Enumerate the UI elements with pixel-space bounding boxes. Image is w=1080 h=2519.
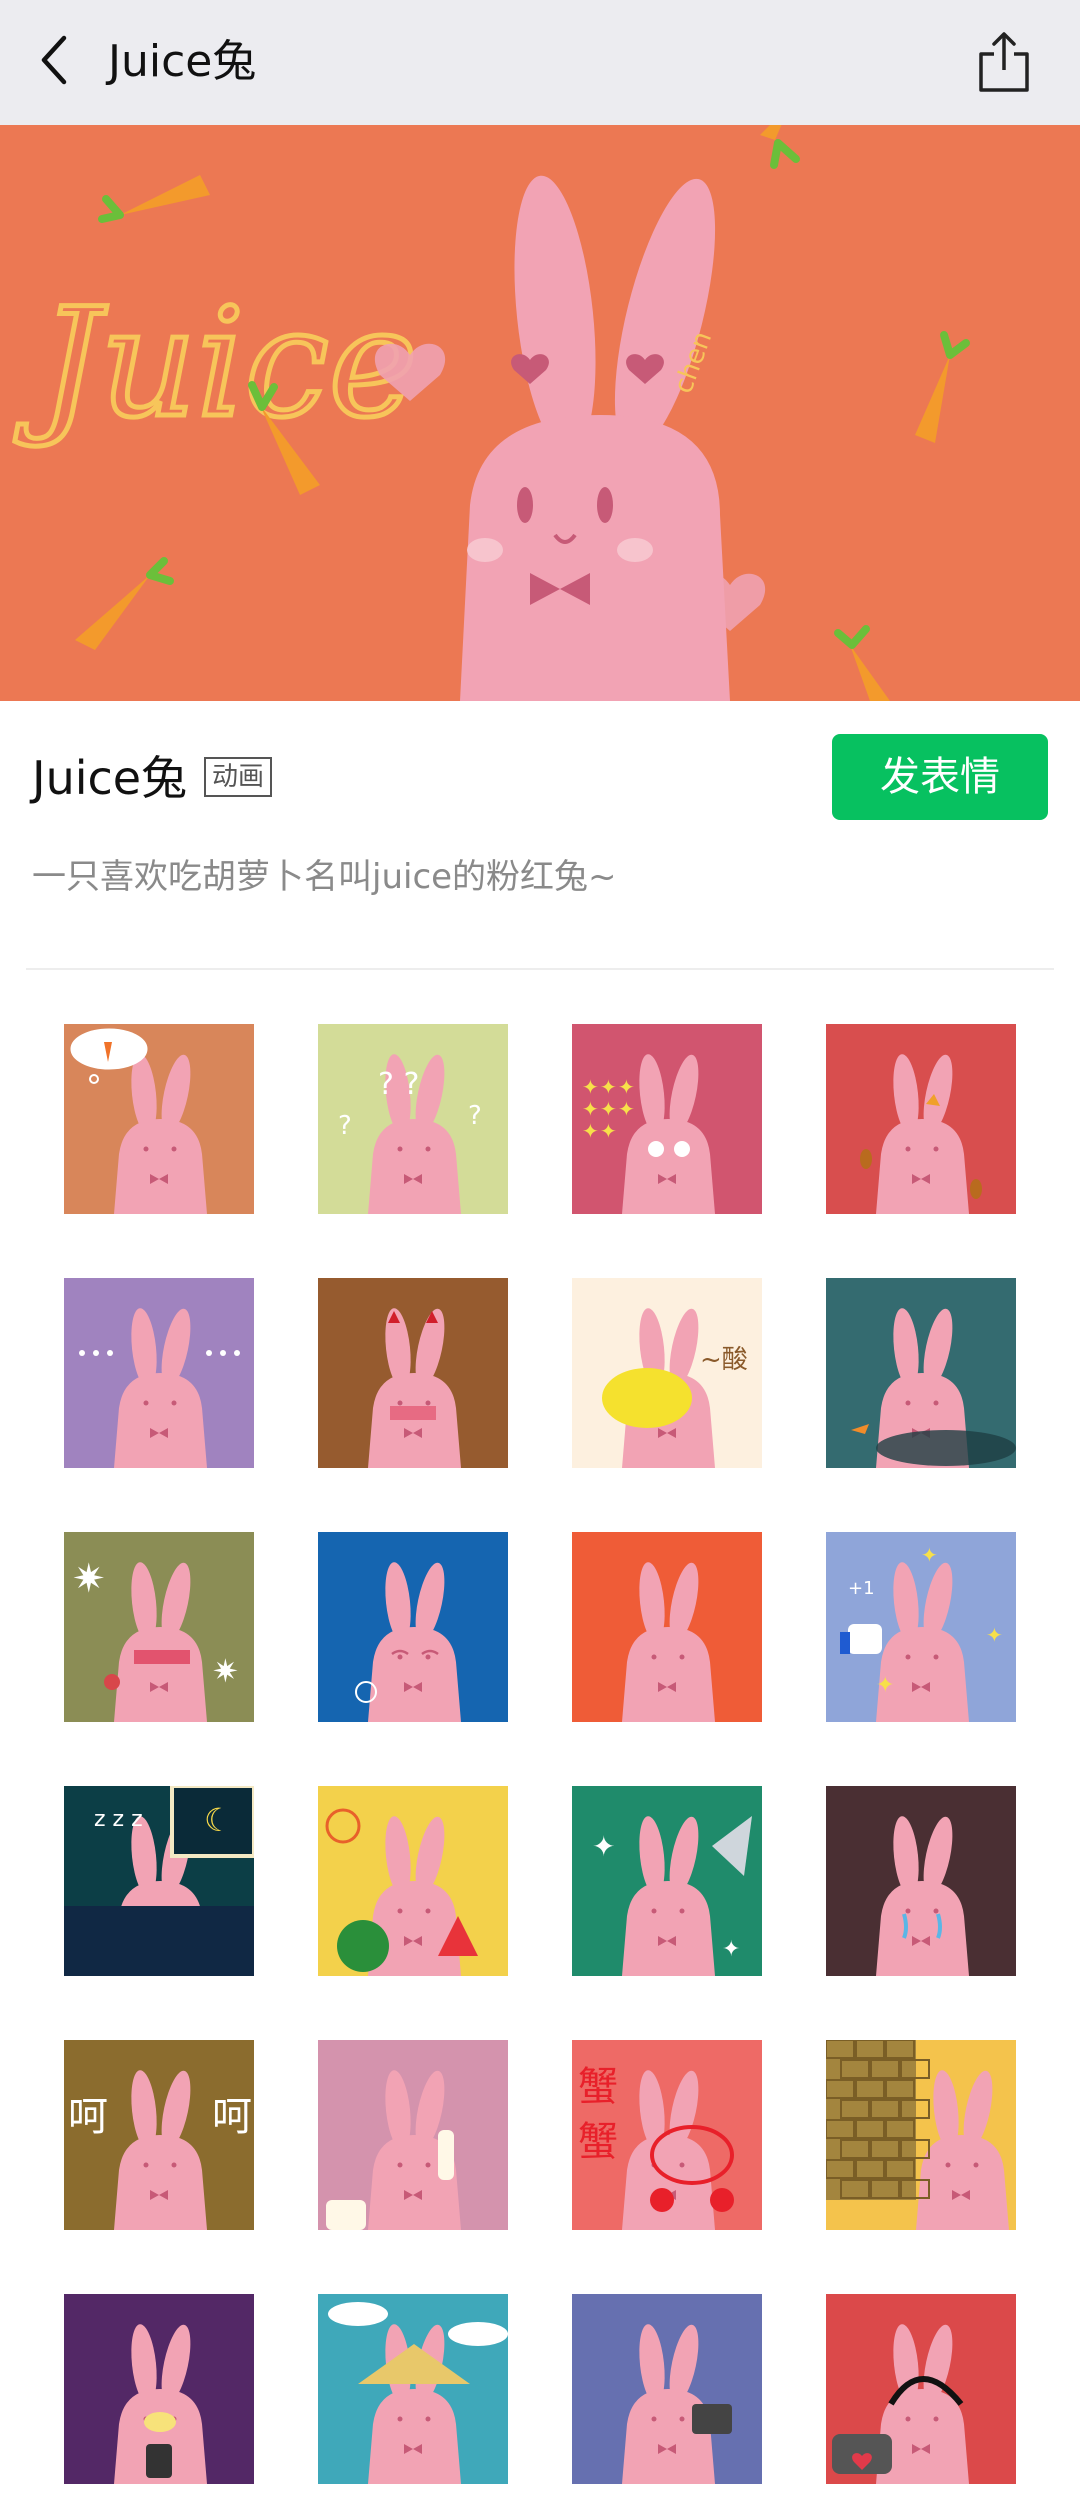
svg-text:✦: ✦ [876, 1673, 894, 1698]
svg-text:✦: ✦ [618, 1075, 635, 1099]
svg-text:~酸: ~酸 [700, 1345, 748, 1375]
sticker-item[interactable] [64, 1024, 254, 1214]
svg-text:✦: ✦ [618, 1097, 635, 1121]
svg-text:☾: ☾ [204, 1801, 233, 1839]
sticker-item[interactable] [826, 2040, 1016, 2230]
svg-text:✦: ✦ [582, 1119, 599, 1143]
sticker-thumbnail [318, 1786, 508, 1976]
svg-text:✦: ✦ [986, 1623, 1003, 1647]
sticker-item[interactable]: ~酸 [572, 1278, 762, 1468]
send-sticker-button[interactable]: 发表情 [832, 734, 1048, 820]
sticker-thumbnail [572, 1532, 762, 1722]
divider [26, 968, 1054, 970]
svg-text:? ?: ? ? [378, 1067, 419, 1102]
sticker-thumbnail [826, 1278, 1016, 1468]
share-icon [979, 32, 1029, 92]
sticker-thumbnail [826, 1024, 1016, 1214]
sticker-item[interactable] [318, 2294, 508, 2484]
sticker-item[interactable]: +1 ✦ ✦ ✦ [826, 1532, 1016, 1722]
sticker-thumbnail [64, 2294, 254, 2484]
svg-text:?: ? [468, 1101, 482, 1131]
svg-text:✦: ✦ [582, 1097, 599, 1121]
sticker-item[interactable] [64, 2294, 254, 2484]
sticker-thumbnail [318, 1532, 508, 1722]
sticker-item[interactable] [572, 2294, 762, 2484]
animated-badge: 动画 [204, 757, 273, 797]
svg-text:蟹: 蟹 [578, 2064, 618, 2110]
share-button[interactable] [976, 28, 1032, 96]
sticker-item[interactable]: ✦ ✦ [572, 1786, 762, 1976]
svg-text:✦: ✦ [592, 1830, 615, 1863]
banner-illustration: Juice chen [0, 125, 1080, 701]
sticker-item[interactable]: 呵呵 [64, 2040, 254, 2230]
sticker-item[interactable]: ✦ ✦ ✦ ✦ ✦ ✦ ✦ ✦ [572, 1024, 762, 1214]
mirror-overlay [692, 2404, 732, 2434]
sticker-thumbnail: ☾ z z z [64, 1786, 254, 1976]
svg-text:✦: ✦ [921, 1543, 938, 1567]
sticker-item[interactable] [826, 1278, 1016, 1468]
sticker-thumbnail [826, 2040, 1016, 2230]
sticker-thumbnail [318, 2040, 508, 2230]
sticker-thumbnail: +1 ✦ ✦ ✦ [826, 1532, 1016, 1722]
sticker-thumbnail [64, 1278, 254, 1468]
svg-text:+1: +1 [848, 1578, 875, 1599]
svg-text:z z z: z z z [94, 1807, 143, 1832]
sticker-item[interactable] [826, 2294, 1016, 2484]
page-title: Juice兔 [108, 36, 257, 87]
sticker-item[interactable]: ✷ ✷ [64, 1532, 254, 1722]
svg-text:✦: ✦ [582, 1075, 599, 1099]
sticker-thumbnail [318, 2294, 508, 2484]
sticker-item[interactable]: ? ??? [318, 1024, 508, 1214]
pack-banner: Juice chen [0, 125, 1080, 701]
banner-script-text: Juice [14, 277, 418, 451]
svg-text:蟹: 蟹 [578, 2119, 618, 2165]
sticker-thumbnail: 蟹蟹 [572, 2040, 762, 2230]
svg-text:✦: ✦ [722, 1937, 740, 1962]
sticker-thumbnail: ✷✷ [64, 1532, 254, 1722]
sticker-thumbnail [826, 2294, 1016, 2484]
sticker-item[interactable] [318, 1532, 508, 1722]
sticker-thumbnail: 呵呵 [64, 2040, 254, 2230]
svg-text:✦: ✦ [600, 1075, 617, 1099]
sticker-thumbnail: ~酸 [572, 1278, 762, 1468]
sticker-item[interactable]: 蟹蟹 [572, 2040, 762, 2230]
sticker-thumbnail [572, 2294, 762, 2484]
sticker-item[interactable] [318, 1786, 508, 1976]
sticker-item[interactable] [318, 1278, 508, 1468]
chevron-left-icon [41, 35, 67, 85]
svg-text:呵: 呵 [212, 2094, 252, 2140]
back-button[interactable] [26, 28, 90, 92]
sticker-item[interactable] [318, 2040, 508, 2230]
svg-text:✦: ✦ [600, 1097, 617, 1121]
svg-text:✷: ✷ [72, 1556, 106, 1602]
sticker-item[interactable] [572, 1532, 762, 1722]
sticker-item[interactable] [64, 1278, 254, 1468]
pack-name: Juice兔 [32, 751, 188, 805]
svg-text:?: ? [338, 1111, 352, 1141]
nav-bar: Juice兔 [0, 0, 1080, 125]
svg-text:✷: ✷ [212, 1652, 239, 1690]
svg-text:呵: 呵 [68, 2094, 108, 2140]
sticker-thumbnail [826, 1786, 1016, 1976]
sticker-thumbnail: ? ??? [318, 1024, 508, 1214]
sticker-thumbnail [64, 1024, 254, 1214]
sticker-thumbnail: ✦✦ [572, 1786, 762, 1976]
sticker-item[interactable]: ☾ z z z [64, 1786, 254, 1976]
sticker-item[interactable] [826, 1786, 1016, 1976]
svg-text:✦: ✦ [600, 1119, 617, 1143]
peek-wall-overlay [826, 2040, 930, 2200]
sticker-thumbnail [318, 1278, 508, 1468]
pack-description: 一只喜欢吃胡萝卜名叫juice的粉红兔~ [32, 857, 617, 897]
sticker-thumbnail: ✦ ✦ ✦✦ ✦ ✦✦ ✦ [572, 1024, 762, 1214]
sticker-item[interactable] [826, 1024, 1016, 1214]
